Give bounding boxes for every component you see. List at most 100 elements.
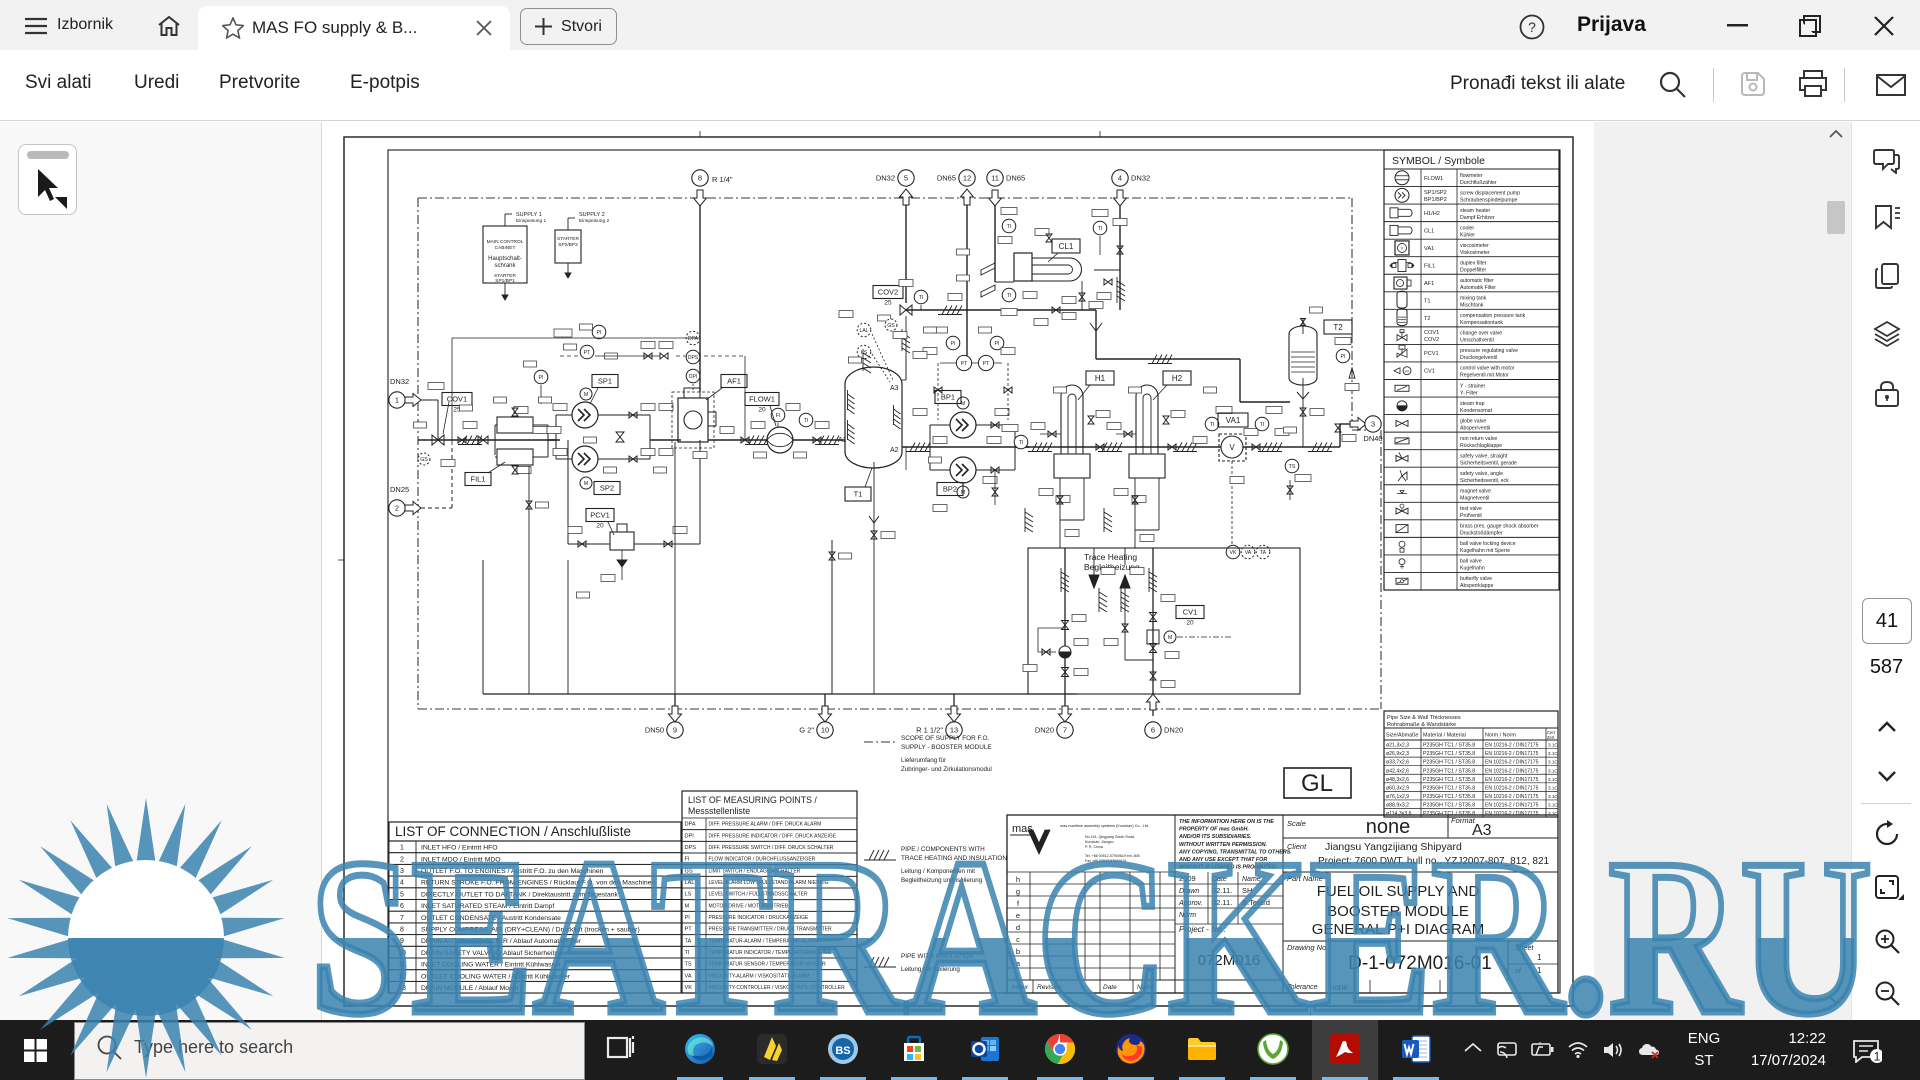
svg-text:MOTOR DRIVE / MOTORANTRIEB: MOTOR DRIVE / MOTORANTRIEB (709, 903, 789, 909)
svg-text:SCOPE OF SUPPLY FOR F.O.: SCOPE OF SUPPLY FOR F.O. (901, 735, 989, 742)
svg-text:Magnetventil: Magnetventil (1460, 496, 1489, 502)
svg-text:P235GH TC1 / ST35.8: P235GH TC1 / ST35.8 (1423, 777, 1475, 783)
svg-text:PIPE / COMPONENTS WITH: PIPE / COMPONENTS WITH (901, 846, 985, 853)
svg-text:13: 13 (398, 985, 406, 992)
svg-text:Approv.: Approv. (1178, 900, 1203, 907)
svg-text:PI: PI (951, 341, 956, 347)
svg-text:Date: Date (1103, 984, 1117, 991)
svg-text:Tolerance: Tolerance (1287, 984, 1318, 991)
svg-text:Zubringer- und Zirkulationsmod: Zubringer- und Zirkulationsmodul (901, 766, 992, 773)
svg-text:3.1C: 3.1C (1548, 760, 1558, 765)
svg-text:ø60,3x2,9: ø60,3x2,9 (1386, 785, 1409, 791)
svg-text:SUPPLY 2: SUPPLY 2 (579, 212, 605, 218)
svg-text:Scale: Scale (1287, 819, 1306, 828)
svg-text:DPS: DPS (688, 355, 699, 361)
svg-text:EN 10216-2 / DIN17175: EN 10216-2 / DIN17175 (1485, 751, 1539, 757)
svg-text:20: 20 (758, 407, 766, 414)
svg-text:G 2": G 2" (799, 726, 814, 735)
svg-text:9: 9 (673, 725, 677, 734)
svg-text:LAL: LAL (685, 880, 695, 886)
svg-text:ø76,1x2,9: ø76,1x2,9 (1386, 794, 1409, 800)
svg-text:SP2: SP2 (600, 484, 614, 493)
svg-text:H1: H1 (1095, 374, 1106, 383)
svg-text:Zert: Zert (1547, 735, 1555, 740)
svg-text:BP1: BP1 (941, 393, 955, 402)
svg-text:INLET SATURATED STEAM / Eintri: INLET SATURATED STEAM / Eintritt Dampf (421, 903, 554, 910)
svg-text:DN65: DN65 (937, 174, 956, 183)
svg-text:c: c (1016, 935, 1020, 944)
svg-text:Kühler: Kühler (1460, 232, 1475, 238)
svg-text:8: 8 (400, 927, 404, 934)
svg-text:R 1 1/2": R 1 1/2" (916, 726, 943, 735)
svg-text:Leitung / Komponenten mit: Leitung / Komponenten mit (901, 868, 975, 875)
svg-text:Durchflußzähler: Durchflußzähler (1460, 180, 1497, 186)
svg-text:Name: Name (1137, 984, 1155, 991)
svg-text:LEVEL ALARM LOW / FÜLLSTAND AL: LEVEL ALARM LOW / FÜLLSTAND ALARM NIEDRI… (709, 879, 829, 886)
svg-text:EN 10216-2 / DIN17175: EN 10216-2 / DIN17175 (1485, 743, 1539, 749)
svg-text:DN32: DN32 (876, 174, 895, 183)
svg-text:d: d (1016, 923, 1020, 932)
svg-text:P235GH TC1 / ST35.8: P235GH TC1 / ST35.8 (1423, 794, 1475, 800)
svg-text:PIPE WITH INSULATION: PIPE WITH INSULATION (901, 953, 974, 960)
svg-text:Fax +86 00512-57900619: Fax +86 00512-57900619 (1085, 859, 1126, 863)
svg-text:OUTLET F.O. TO ENGINES / Austr: OUTLET F.O. TO ENGINES / Austritt F.O. z… (421, 868, 604, 875)
svg-text:TA: TA (685, 938, 692, 944)
svg-text:DIRECTLY OUTLET TO DAYTANK / D: DIRECTLY OUTLET TO DAYTANK / Direktaustr… (421, 891, 619, 898)
svg-text:AF1: AF1 (727, 377, 741, 386)
svg-text:Jiangsu Yangzijiang Shipyard: Jiangsu Yangzijiang Shipyard (1325, 841, 1462, 853)
svg-text:Lieferumfang für: Lieferumfang für (901, 757, 946, 764)
svg-text:DN20: DN20 (1035, 726, 1054, 735)
svg-text:M: M (685, 903, 690, 909)
svg-text:SH: SH (1242, 886, 1252, 895)
svg-text:FUEL OIL SUPPLY AND: FUEL OIL SUPPLY AND (1317, 883, 1480, 900)
svg-text:e: e (1016, 911, 1020, 920)
svg-text:No.161, Qingyang South Road,: No.161, Qingyang South Road, (1085, 835, 1135, 839)
svg-text:screw displacement pump: screw displacement pump (1460, 190, 1520, 196)
svg-text:M: M (1405, 369, 1408, 374)
svg-text:GENERAL P+I DIAGRAM: GENERAL P+I DIAGRAM (1312, 921, 1484, 938)
svg-text:VK: VK (685, 985, 693, 991)
svg-text:Kugelhahn: Kugelhahn (1460, 566, 1485, 572)
svg-text:Index: Index (1012, 984, 1029, 991)
svg-text:SYMBOL / Symbole: SYMBOL / Symbole (1392, 155, 1485, 167)
svg-text:TS: TS (1289, 464, 1296, 470)
svg-text:DRAIN MODULE / Ablauf Modul: DRAIN MODULE / Ablauf Modul (421, 985, 519, 992)
svg-text:Hauptschalt-: Hauptschalt- (488, 256, 522, 262)
svg-text:4: 4 (1118, 173, 1122, 182)
svg-text:1: 1 (1537, 966, 1542, 975)
svg-text:Sicherheitsventil, gerade: Sicherheitsventil, gerade (1460, 460, 1517, 466)
svg-text:DN20: DN20 (1164, 726, 1183, 735)
svg-text:OUTLET CONDENSATE / Austritt K: OUTLET CONDENSATE / Austritt Kondensate (421, 915, 561, 922)
svg-text:BOOSTER MODULE: BOOSTER MODULE (1327, 903, 1469, 920)
svg-text:02.11.: 02.11. (1212, 886, 1232, 895)
svg-text:ball valve: ball valve (1460, 559, 1482, 565)
svg-text:072M016: 072M016 (1198, 952, 1261, 969)
svg-text:H2: H2 (1172, 374, 1183, 383)
svg-text:WHICH IT IS LOANED IS PROHIBIT: WHICH IT IS LOANED IS PROHIBITED. (1179, 865, 1278, 871)
svg-text:VA1: VA1 (1226, 416, 1241, 425)
svg-text:DN25: DN25 (390, 485, 409, 494)
svg-text:COV2: COV2 (1424, 337, 1439, 343)
svg-text:ø48,3x2,6: ø48,3x2,6 (1386, 777, 1409, 783)
svg-text:Drawing No.: Drawing No. (1287, 943, 1328, 952)
svg-text:DN40: DN40 (1363, 434, 1382, 443)
svg-text:Project - No.:: Project - No.: (1179, 925, 1226, 934)
svg-text:3.1C: 3.1C (1548, 794, 1558, 799)
svg-text:THE INFORMATION HERE ON IS THE: THE INFORMATION HERE ON IS THE (1179, 819, 1274, 825)
svg-text:DIFF. PRESSURE INDICATOR / DIF: DIFF. PRESSURE INDICATOR / DIFF. DRUCK A… (709, 833, 837, 839)
svg-text:Rohrabmaße & Wandstärke: Rohrabmaße & Wandstärke (1387, 722, 1456, 728)
svg-text:of: of (1515, 968, 1522, 975)
svg-text:SP2/BP2: SP2/BP2 (558, 242, 578, 248)
svg-text:GS: GS (887, 323, 895, 329)
svg-text:Kunshan, Jiangsu: Kunshan, Jiangsu (1085, 840, 1114, 844)
svg-text:Drawn: Drawn (1179, 888, 1199, 895)
svg-text:M: M (584, 392, 588, 398)
svg-text:PRESSURE INDICATOR / DRUCKANZE: PRESSURE INDICATOR / DRUCKANZEIGE (709, 915, 809, 921)
svg-text:PI: PI (597, 330, 602, 336)
svg-text:4: 4 (400, 880, 404, 887)
svg-text:Messstellenliste: Messstellenliste (688, 806, 750, 816)
svg-text:SP1: SP1 (598, 377, 612, 386)
svg-text:LEVEL SWITCH / FÜLLSTANDSSCHAL: LEVEL SWITCH / FÜLLSTANDSSCHALTER (709, 891, 808, 898)
svg-text:magnet valve: magnet valve (1460, 489, 1491, 495)
svg-text:PT: PT (961, 361, 968, 367)
